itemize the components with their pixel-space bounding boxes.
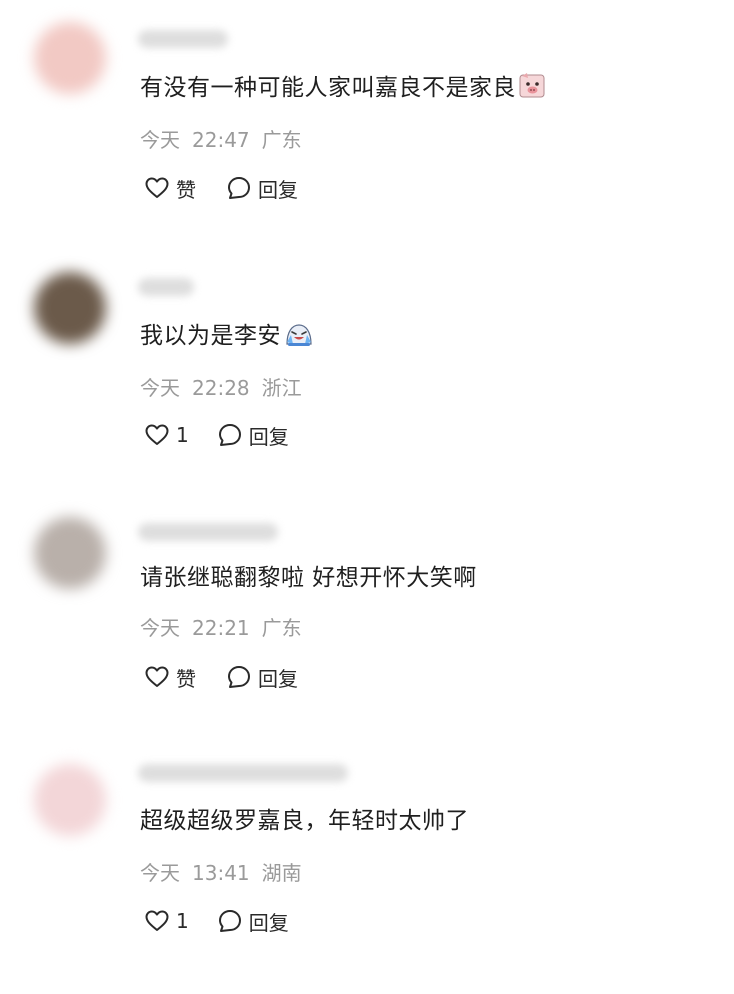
chat-bubble-icon (228, 666, 250, 688)
comment-item: 我以为是李安 今天 22:28 浙江 1 回复 (0, 250, 734, 490)
comment-actions: 1 回复 (144, 906, 289, 936)
chat-bubble-icon (228, 177, 250, 199)
comment-text: 我以为是李安 (140, 320, 315, 356)
avatar[interactable] (34, 272, 106, 344)
comment-text: 有没有一种可能人家叫嘉良不是家良 (140, 72, 546, 108)
reply-button[interactable]: 回复 (217, 421, 289, 450)
comment-time: 22:47 (192, 128, 250, 152)
comment-location: 广东 (261, 128, 302, 152)
heart-icon (145, 424, 169, 445)
comment-meta: 今天 22:47 广东 (140, 127, 314, 153)
comment-text-body: 有没有一种可能人家叫嘉良不是家良 (140, 75, 516, 101)
comment-text-body: 我以为是李安 (140, 323, 281, 349)
comment-actions: 1 回复 (144, 420, 289, 450)
comment-meta: 今天 22:21 广东 (140, 615, 314, 641)
reply-button[interactable]: 回复 (226, 174, 298, 203)
comment-item: 请张继聪翻黎啦 好想开怀大笑啊 今天 22:21 广东 赞 回复 (0, 495, 734, 735)
chat-bubble-icon (218, 424, 241, 446)
comment-meta: 今天 22:28 浙江 (140, 375, 314, 401)
comment-date: 今天 (140, 376, 180, 400)
comment-actions: 赞 回复 (144, 662, 298, 692)
comment-date: 今天 (140, 616, 180, 640)
reply-label: 回复 (248, 910, 289, 935)
comment-location: 浙江 (261, 376, 302, 400)
username-blurred[interactable] (138, 523, 278, 541)
comment-item: 有没有一种可能人家叫嘉良不是家良 今天 22:47 广东 赞 回复 (0, 0, 734, 240)
like-button[interactable]: 赞 (144, 663, 196, 692)
laughing-crying-emoji (283, 320, 315, 356)
comment-actions: 赞 回复 (144, 173, 298, 203)
avatar[interactable] (34, 22, 106, 94)
like-label: 赞 (176, 177, 196, 202)
comment-meta: 今天 13:41 湖南 (140, 860, 314, 886)
like-count: 1 (176, 909, 189, 933)
like-button[interactable]: 赞 (144, 174, 196, 203)
reply-label: 回复 (258, 666, 298, 691)
comment-time: 22:28 (192, 376, 250, 400)
username-blurred[interactable] (138, 278, 194, 296)
reply-label: 回复 (258, 177, 298, 202)
heart-icon (145, 177, 169, 198)
heart-icon (145, 910, 169, 931)
reply-button[interactable]: 回复 (226, 663, 298, 692)
like-button[interactable]: 1 (144, 423, 189, 447)
username-blurred[interactable] (138, 30, 228, 48)
username-blurred[interactable] (138, 764, 348, 782)
comment-text-body: 超级超级罗嘉良，年轻时太帅了 (140, 808, 469, 834)
comment-date: 今天 (140, 861, 180, 885)
avatar[interactable] (34, 764, 106, 836)
comment-text: 请张继聪翻黎啦 好想开怀大笑啊 (140, 563, 477, 593)
like-button[interactable]: 1 (144, 909, 189, 933)
reply-button[interactable]: 回复 (217, 907, 289, 936)
chat-bubble-icon (218, 910, 241, 932)
comment-item: 超级超级罗嘉良，年轻时太帅了 今天 13:41 湖南 1 回复 (0, 742, 734, 982)
reply-label: 回复 (248, 424, 289, 449)
like-label: 赞 (176, 666, 196, 691)
comment-time: 13:41 (192, 861, 250, 885)
avatar[interactable] (34, 517, 106, 589)
comment-location: 湖南 (261, 861, 302, 885)
heart-icon (145, 666, 169, 687)
comment-text-body: 请张继聪翻黎啦 好想开怀大笑啊 (140, 565, 477, 591)
comment-time: 22:21 (192, 616, 250, 640)
comment-location: 广东 (261, 616, 302, 640)
comment-date: 今天 (140, 128, 180, 152)
like-count: 1 (176, 423, 189, 447)
pig-face-emoji (518, 72, 546, 108)
comment-text: 超级超级罗嘉良，年轻时太帅了 (140, 806, 469, 836)
